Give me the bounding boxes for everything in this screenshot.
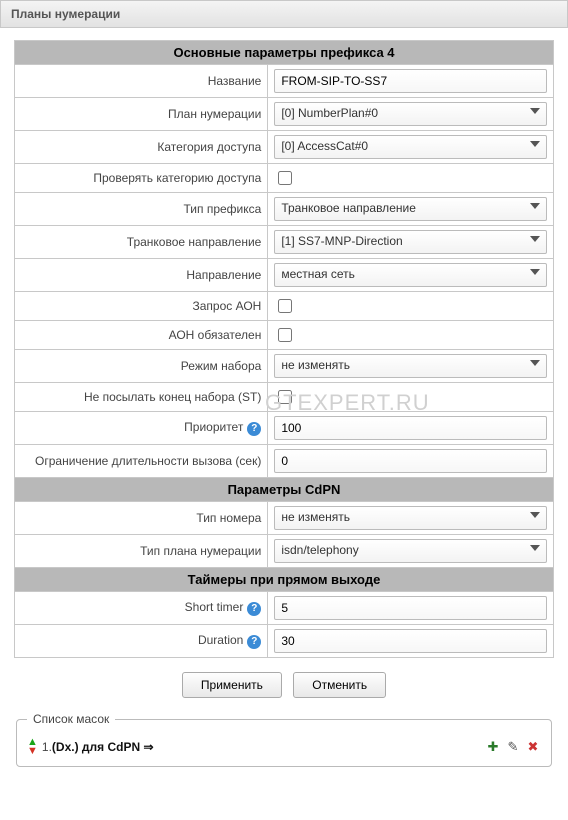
label-no-st: Не посылать конец набора (ST) <box>15 383 268 412</box>
apply-button[interactable]: Применить <box>182 672 282 698</box>
page-title: Планы нумерации <box>0 0 568 28</box>
chevron-down-icon <box>530 141 540 147</box>
section-timers: Таймеры при прямом выходе <box>15 568 554 592</box>
label-duration: Duration? <box>15 625 268 658</box>
label-aon-required: АОН обязателен <box>15 321 268 350</box>
help-icon[interactable]: ? <box>247 422 261 436</box>
edit-mask-icon[interactable]: ✎ <box>505 739 521 755</box>
label-prefix-type: Тип префикса <box>15 193 268 226</box>
access-category-value: [0] AccessCat#0 <box>281 139 368 153</box>
mask-item[interactable]: ▲▼ 1.(Dx.) для CdPN ⇒ <box>27 738 154 756</box>
cancel-button[interactable]: Отменить <box>293 672 386 698</box>
number-type-select[interactable]: не изменять <box>274 506 547 530</box>
section-cdpn: Параметры CdPN <box>15 478 554 502</box>
plan-type-select[interactable]: isdn/telephony <box>274 539 547 563</box>
numbering-plan-select[interactable]: [0] NumberPlan#0 <box>274 102 547 126</box>
duration-input[interactable] <box>274 629 547 653</box>
trunk-direction-value: [1] SS7-MNP-Direction <box>281 234 402 248</box>
short-timer-input[interactable] <box>274 596 547 620</box>
chevron-down-icon <box>530 545 540 551</box>
help-icon[interactable]: ? <box>247 635 261 649</box>
number-type-value: не изменять <box>281 510 350 524</box>
trunk-direction-select[interactable]: [1] SS7-MNP-Direction <box>274 230 547 254</box>
priority-input[interactable] <box>274 416 547 440</box>
prefix-type-value: Транковое направление <box>281 201 416 215</box>
dial-mode-select[interactable]: не изменять <box>274 354 547 378</box>
aon-required-checkbox[interactable] <box>278 328 292 342</box>
delete-mask-icon[interactable]: ✖ <box>525 739 541 755</box>
name-input[interactable] <box>274 69 547 93</box>
add-mask-icon[interactable]: ✚ <box>485 739 501 755</box>
label-dial-mode: Режим набора <box>15 350 268 383</box>
direction-value: местная сеть <box>281 267 355 281</box>
prefix-type-select[interactable]: Транковое направление <box>274 197 547 221</box>
masks-fieldset: Список масок ▲▼ 1.(Dx.) для CdPN ⇒ ✚ ✎ ✖ <box>16 712 552 767</box>
label-priority: Приоритет? <box>15 412 268 445</box>
help-icon[interactable]: ? <box>247 602 261 616</box>
label-check-access: Проверять категорию доступа <box>15 164 268 193</box>
chevron-down-icon <box>530 512 540 518</box>
chevron-down-icon <box>530 203 540 209</box>
label-access-category: Категория доступа <box>15 131 268 164</box>
masks-legend: Список масок <box>27 712 115 726</box>
label-plan-type: Тип плана нумерации <box>15 535 268 568</box>
check-access-checkbox[interactable] <box>278 171 292 185</box>
section-main: Основные параметры префикса 4 <box>15 41 554 65</box>
label-number-type: Тип номера <box>15 502 268 535</box>
chevron-down-icon <box>530 360 540 366</box>
prefix-form: Основные параметры префикса 4 Название П… <box>14 40 554 658</box>
chevron-down-icon <box>530 269 540 275</box>
call-limit-input[interactable] <box>274 449 547 473</box>
chevron-down-icon <box>530 108 540 114</box>
reorder-icon[interactable]: ▲▼ <box>27 738 38 756</box>
mask-text: 1.(Dx.) для CdPN ⇒ <box>42 740 154 754</box>
no-st-checkbox[interactable] <box>278 390 292 404</box>
direction-select[interactable]: местная сеть <box>274 263 547 287</box>
plan-type-value: isdn/telephony <box>281 543 358 557</box>
label-name: Название <box>15 65 268 98</box>
aon-request-checkbox[interactable] <box>278 299 292 313</box>
label-direction: Направление <box>15 259 268 292</box>
chevron-down-icon <box>530 236 540 242</box>
label-aon-request: Запрос АОН <box>15 292 268 321</box>
label-trunk-direction: Транковое направление <box>15 226 268 259</box>
access-category-select[interactable]: [0] AccessCat#0 <box>274 135 547 159</box>
label-numbering-plan: План нумерации <box>15 98 268 131</box>
numbering-plan-value: [0] NumberPlan#0 <box>281 106 378 120</box>
label-short-timer: Short timer? <box>15 592 268 625</box>
label-call-limit: Ограничение длительности вызова (сек) <box>15 445 268 478</box>
dial-mode-value: не изменять <box>281 358 350 372</box>
